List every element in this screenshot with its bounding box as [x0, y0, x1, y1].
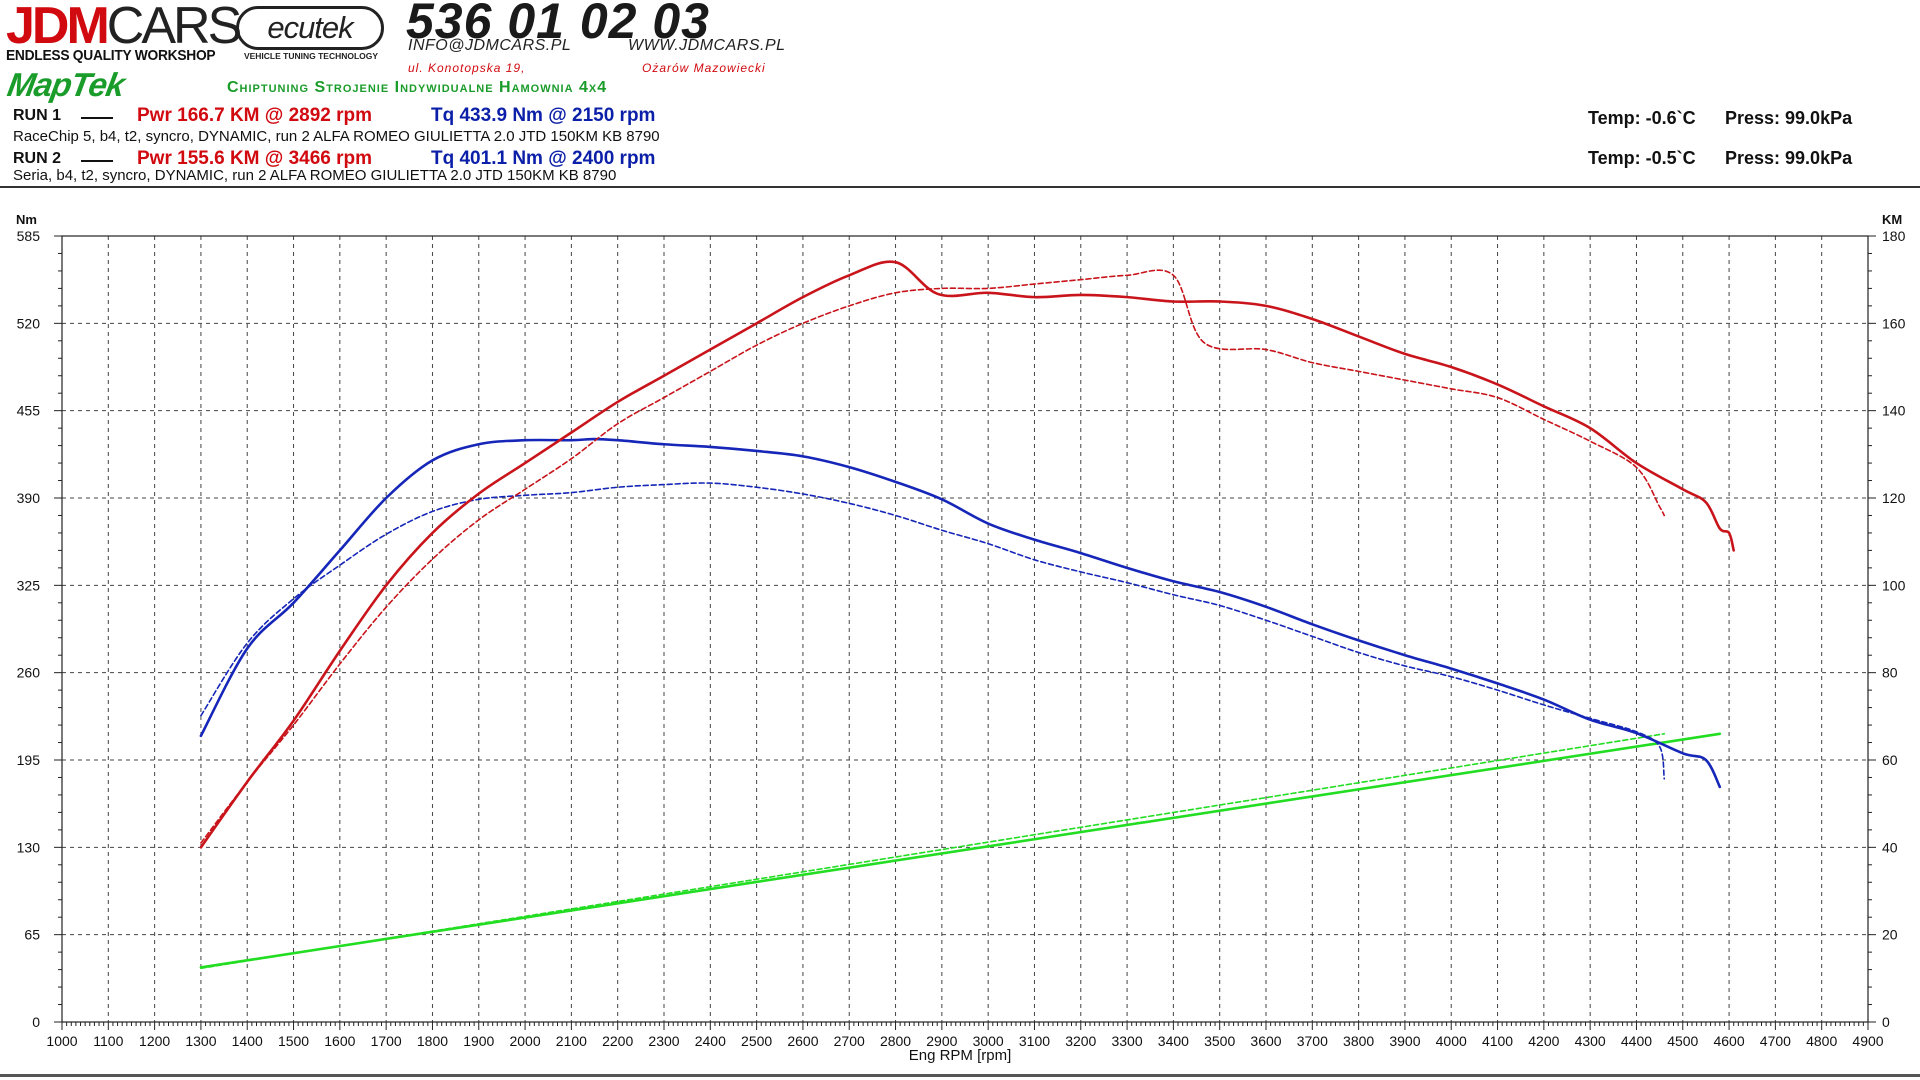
y-right-tick-label: 40 — [1882, 839, 1898, 855]
x-tick-label: 4900 — [1852, 1033, 1883, 1049]
x-tick-label: 3300 — [1111, 1033, 1142, 1049]
x-tick-label: 2400 — [695, 1033, 726, 1049]
y-left-tick-label: 65 — [24, 927, 40, 943]
chart-grid — [62, 236, 1868, 1022]
x-tick-label: 4200 — [1528, 1033, 1559, 1049]
x-tick-label: 4000 — [1436, 1033, 1467, 1049]
y-left-tick-label: 325 — [17, 577, 41, 593]
services-tagline: Chiptuning Strojenie Indywidualne Hamown… — [227, 79, 608, 96]
run2-torque-line — [200, 482, 1666, 780]
x-tick-label: 1100 — [93, 1033, 123, 1049]
x-axis-label: Eng RPM [rpm] — [909, 1047, 1012, 1064]
y-right-tick-label: 0 — [1882, 1014, 1890, 1030]
x-tick-label: 3200 — [1065, 1033, 1096, 1049]
run2-pressure: Press: 99.0kPa — [1725, 148, 1853, 168]
x-tick-label: 4300 — [1575, 1033, 1606, 1049]
x-tick-label: 3400 — [1158, 1033, 1189, 1049]
x-tick-label: 3500 — [1204, 1033, 1235, 1049]
x-tick-label: 1300 — [185, 1033, 216, 1049]
x-tick-label: 2000 — [509, 1033, 540, 1049]
y-right-tick-label: 140 — [1882, 403, 1906, 419]
x-tick-label: 1000 — [46, 1033, 77, 1049]
x-tick-label: 1600 — [324, 1033, 355, 1049]
y-left-tick-label: 130 — [17, 839, 41, 855]
run1-pressure: Press: 99.0kPa — [1725, 108, 1853, 128]
run1-description: RaceChip 5, b4, t2, syncro, DYNAMIC, run… — [13, 128, 660, 145]
x-tick-label: 4400 — [1621, 1033, 1652, 1049]
y-right-tick-label: 80 — [1882, 665, 1898, 681]
y-right-tick-label: 120 — [1882, 490, 1906, 506]
website: WWW.JDMCARS.PL — [628, 37, 786, 54]
run1-speed-line — [199, 732, 1722, 969]
y-left-tick-label: 520 — [17, 315, 41, 331]
run1-power-peak: Pwr 166.7 KM @ 2892 rpm — [137, 105, 373, 126]
y-left-tick-label: 585 — [17, 228, 41, 244]
x-tick-label: 1500 — [278, 1033, 309, 1049]
y-left-tick-label: 195 — [17, 752, 41, 768]
y-right-tick-label: 100 — [1882, 577, 1906, 593]
city: Ożarów Mazowiecki — [642, 61, 766, 75]
y-right-tick-label: 60 — [1882, 752, 1898, 768]
y-right-tick-label: 20 — [1882, 927, 1898, 943]
x-tick-label: 1700 — [371, 1033, 402, 1049]
x-tick-label: 2300 — [648, 1033, 679, 1049]
y-left-tick-label: 260 — [17, 665, 41, 681]
run2-line-sample — [81, 160, 113, 162]
y-right-tick-label: 180 — [1882, 228, 1906, 244]
x-tick-label: 3800 — [1343, 1033, 1374, 1049]
y-left-tick-label: 390 — [17, 490, 41, 506]
run1-torque-line — [199, 437, 1722, 789]
dyno-chart: 1000 1100 1200 1300 1400 1500 1600 1700 1800 1900… — [16, 212, 1906, 1064]
x-tick-label: 2500 — [741, 1033, 772, 1049]
dyno-header: JDMCARS ENDLESS QUALITY WORKSHOP ecutek … — [0, 0, 1920, 186]
x-tick-label: 3600 — [1250, 1033, 1281, 1049]
x-tick-label: 3900 — [1389, 1033, 1420, 1049]
x-tick-label: 2800 — [880, 1033, 911, 1049]
run1-label: RUN 1 — [13, 107, 62, 124]
ecutek-subtitle: VEHICLE TUNING TECHNOLOGY — [243, 51, 379, 61]
x-tick-label: 1800 — [417, 1033, 448, 1049]
plot-border — [61, 235, 1869, 1023]
x-tick-label: 2100 — [556, 1033, 587, 1049]
y-left-tick-label: 455 — [17, 403, 41, 419]
chart-axes: 1000 1100 1200 1300 1400 1500 1600 1700 1800 1900… — [17, 228, 1906, 1049]
x-tick-label: 4800 — [1806, 1033, 1837, 1049]
ecutek-logo: ecutek — [236, 6, 384, 50]
x-tick-label: 4600 — [1713, 1033, 1744, 1049]
x-tick-label: 4500 — [1667, 1033, 1698, 1049]
chart-series — [199, 260, 1736, 970]
run1-line-sample — [81, 117, 113, 119]
x-tick-label: 1900 — [463, 1033, 494, 1049]
street-address: ul. Konotopska 19, — [408, 61, 526, 75]
run1-torque-peak: Tq 433.9 Nm @ 2150 rpm — [431, 105, 656, 126]
run2-temperature: Temp: -0.5`C — [1588, 148, 1696, 168]
x-tick-label: 4700 — [1760, 1033, 1791, 1049]
x-tick-label: 2600 — [787, 1033, 818, 1049]
x-tick-label: 3100 — [1019, 1033, 1050, 1049]
maptek-logo: MapTek — [4, 66, 127, 103]
x-tick-label: 2200 — [602, 1033, 633, 1049]
run1-temperature: Temp: -0.6`C — [1588, 108, 1696, 128]
y-right-tick-label: 160 — [1882, 315, 1906, 331]
run2-description: Seria, b4, t2, syncro, DYNAMIC, run 2 AL… — [13, 167, 617, 184]
x-tick-label: 1400 — [232, 1033, 263, 1049]
x-tick-label: 2700 — [834, 1033, 865, 1049]
y-axis-right-label: KM — [1882, 212, 1902, 227]
email-address: INFO@JDMCARS.PL — [408, 37, 572, 54]
run2-label: RUN 2 — [13, 150, 62, 167]
ecutek-text: ecutek — [267, 10, 353, 45]
x-tick-label: 3700 — [1297, 1033, 1328, 1049]
y-axis-left-label: Nm — [16, 212, 37, 227]
x-tick-label: 4100 — [1482, 1033, 1513, 1049]
run2-power-line — [200, 269, 1666, 844]
x-tick-label: 1200 — [139, 1033, 170, 1049]
y-left-tick-label: 0 — [32, 1014, 40, 1030]
logo-subtitle: ENDLESS QUALITY WORKSHOP — [6, 47, 216, 64]
